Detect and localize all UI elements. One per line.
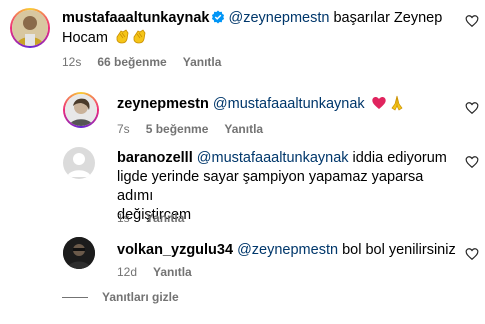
red-heart-emoji-icon xyxy=(371,95,387,117)
default-profile-icon xyxy=(67,153,91,177)
avatar[interactable] xyxy=(63,147,95,179)
like-heart-icon[interactable] xyxy=(465,247,479,261)
hide-replies-label: Yanıtları gizle xyxy=(102,290,179,304)
comment-time: 12s xyxy=(62,55,82,69)
folded-hands-emoji-icon xyxy=(389,95,405,117)
divider-line xyxy=(62,296,88,298)
like-count[interactable]: 66 beğenme xyxy=(97,55,166,69)
comment-mention[interactable]: @zeynepmestn xyxy=(237,242,338,258)
like-heart-icon[interactable] xyxy=(465,101,479,115)
comment-time: 1s xyxy=(117,211,130,225)
clapping-hands-emoji-icon xyxy=(114,28,131,51)
avatar[interactable] xyxy=(63,237,95,269)
profile-photo-icon xyxy=(12,10,48,46)
profile-photo-icon xyxy=(65,94,97,126)
comment-mention[interactable]: @mustafaaaltunkaynak xyxy=(213,96,365,112)
avatar[interactable] xyxy=(10,8,50,48)
comment-text-line2: ligde yerinde sayar şampiyon yapamaz yap… xyxy=(117,169,424,204)
clapping-hands-emoji-icon xyxy=(131,28,148,51)
comment-username[interactable]: mustafaaaltunkaynak xyxy=(62,10,209,26)
reply-button[interactable]: Yanıtla xyxy=(153,265,192,279)
comment-text-line2: Hocam xyxy=(62,30,108,46)
comment-text: bol bol yenilirsiniz xyxy=(338,242,456,258)
like-heart-icon[interactable] xyxy=(465,14,479,28)
profile-photo-icon xyxy=(63,237,95,269)
like-count[interactable]: 5 beğenme xyxy=(146,122,209,136)
comment-username[interactable]: zeynepmestn xyxy=(117,96,209,112)
verified-badge-icon xyxy=(212,10,225,24)
comment-mention[interactable]: @zeynepmestn xyxy=(228,10,329,26)
comment-text: iddia ediyorum xyxy=(348,150,447,166)
avatar[interactable] xyxy=(63,92,99,128)
hide-replies-button[interactable]: Yanıtları gizle xyxy=(62,290,179,304)
comment-text: başarılar Zeynep xyxy=(329,10,443,26)
like-heart-icon[interactable] xyxy=(465,155,479,169)
reply-button[interactable]: Yanıtla xyxy=(183,55,222,69)
reply-button[interactable]: Yanıtla xyxy=(146,211,185,225)
comment-username[interactable]: baranozelll xyxy=(117,150,193,166)
comment-time: 12d xyxy=(117,265,138,279)
comment-username[interactable]: volkan_yzgulu34 xyxy=(117,242,233,258)
reply-button[interactable]: Yanıtla xyxy=(224,122,263,136)
comment-time: 7s xyxy=(117,122,130,136)
comment-mention[interactable]: @mustafaaaltunkaynak xyxy=(197,150,349,166)
